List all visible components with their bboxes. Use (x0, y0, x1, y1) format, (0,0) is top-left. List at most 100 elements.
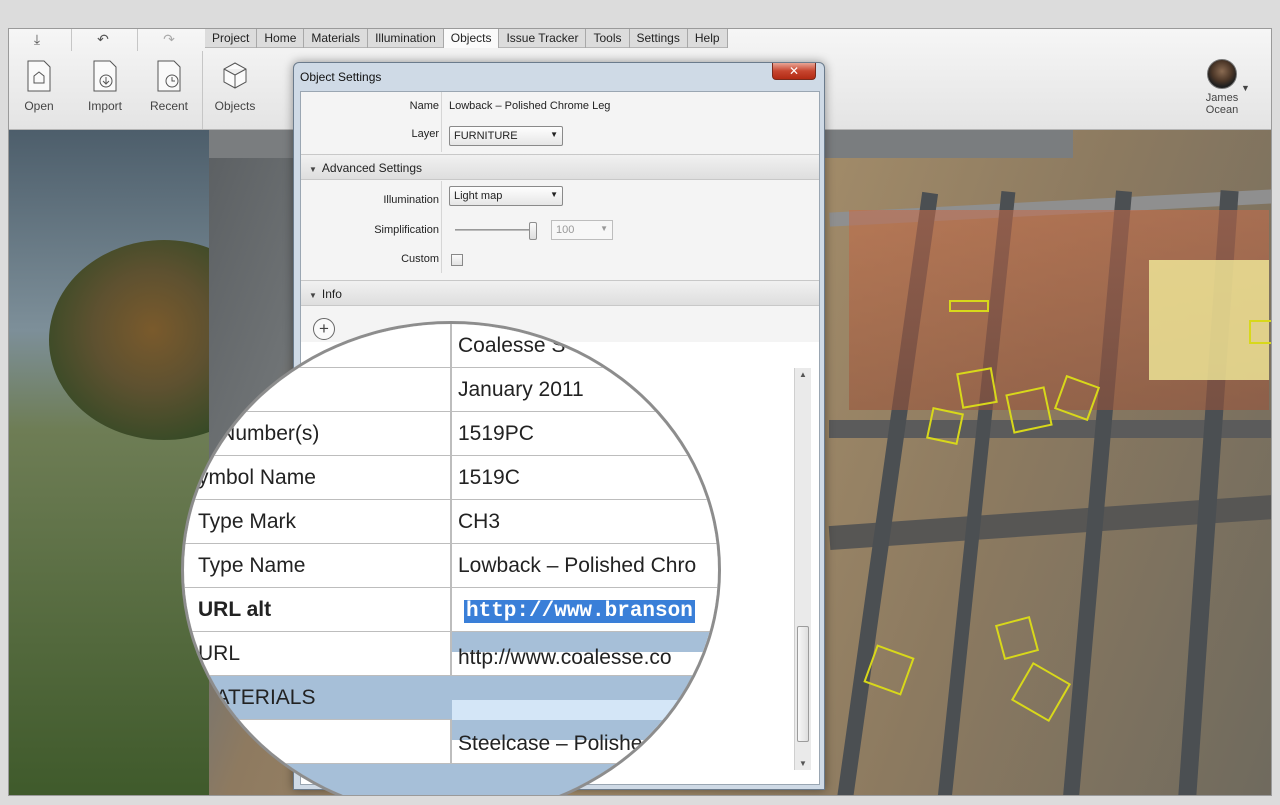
advanced-settings-header[interactable]: ▼ Advanced Settings (301, 154, 819, 180)
column-divider (450, 324, 452, 368)
layer-label: Layer (411, 128, 439, 140)
scrollbar-thumb[interactable] (797, 626, 809, 742)
row-key: Type Name (198, 554, 306, 577)
simplification-slider-track[interactable] (455, 229, 537, 231)
row-value: http://www.coalesse.co (458, 646, 672, 669)
avatar (1207, 59, 1237, 89)
table-row-selected[interactable]: URL alt http://www.branson (184, 588, 718, 632)
chair-outline (926, 407, 964, 445)
undo-icon[interactable]: ↶ (91, 31, 115, 51)
magnifier-lens: Coalesse S e Date January 2011 le Number(… (181, 321, 721, 795)
recent-icon (157, 60, 181, 92)
tab-materials[interactable]: Materials (304, 29, 369, 48)
tab-help[interactable]: Help (688, 29, 728, 48)
category-row[interactable]: NG (184, 764, 718, 795)
app-window: ⤓ ↶ ↷ Project Home Materials Illuminatio… (8, 28, 1272, 796)
dialog-title: Object Settings (300, 70, 382, 84)
objects-label: Objects (214, 99, 256, 113)
chair-outline (1249, 320, 1271, 344)
column-divider (450, 456, 452, 500)
user-menu[interactable]: James Ocean (1199, 59, 1245, 116)
table-row[interactable]: e Date January 2011 (184, 368, 718, 412)
row-value: Steelcase – Polished (458, 732, 655, 755)
table-row[interactable]: ymbol Name 1519C (184, 456, 718, 500)
menu-tabs: Project Home Materials Illumination Obje… (205, 29, 728, 48)
chevron-down-icon: ▼ (550, 190, 558, 199)
tab-home[interactable]: Home (257, 29, 305, 48)
import-icon (93, 60, 117, 92)
tab-issue-tracker[interactable]: Issue Tracker (499, 29, 587, 48)
illumination-dropdown[interactable]: Light map ▼ (449, 186, 563, 206)
chevron-down-icon: ▼ (550, 130, 558, 139)
open-button[interactable]: Open (9, 59, 69, 113)
row-value: Lowback – Polished Chro (458, 554, 697, 577)
table-row[interactable]: Type Name Lowback – Polished Chro (184, 544, 718, 588)
column-divider (450, 632, 452, 676)
name-value[interactable]: Lowback – Polished Chrome Leg (449, 100, 610, 112)
row-key: URL alt (198, 598, 272, 621)
tab-tools[interactable]: Tools (586, 29, 630, 48)
tab-settings[interactable]: Settings (630, 29, 688, 48)
info-table-zoomed: Coalesse S e Date January 2011 le Number(… (184, 324, 718, 795)
cube-icon (223, 62, 247, 89)
row-value: CH3 (458, 510, 501, 533)
import-label: Import (87, 99, 122, 113)
name-row: Name Lowback – Polished Chrome Leg (301, 94, 819, 122)
caret-down-icon[interactable]: ▼ (1241, 83, 1250, 93)
simplification-slider-thumb[interactable] (529, 222, 537, 240)
illumination-value: Light map (454, 190, 503, 202)
redo-icon[interactable]: ↷ (157, 31, 181, 51)
table-row[interactable]: URL http://www.coalesse.co (184, 632, 718, 676)
column-divider (450, 544, 452, 588)
scroll-down-icon[interactable]: ▼ (799, 759, 807, 768)
user-first-name: James (1205, 92, 1239, 104)
chevron-down-icon: ▼ (600, 224, 608, 233)
chair-outline (1005, 386, 1053, 434)
row-value: Coalesse S (458, 334, 566, 357)
simplification-input[interactable]: 100 ▼ (551, 220, 613, 240)
category-label: MATERIALS (198, 686, 316, 709)
table-row[interactable]: le Number(s) 1519PC (184, 412, 718, 456)
layer-value: FURNITURE (454, 130, 518, 142)
scroll-up-icon[interactable]: ▲ (799, 370, 807, 379)
simplification-value: 100 (556, 224, 575, 236)
custom-checkbox[interactable] (451, 254, 463, 266)
column-divider (450, 368, 452, 412)
selected-text[interactable]: http://www.branson (464, 600, 695, 623)
import-button[interactable]: Import (75, 59, 135, 113)
column-divider (450, 588, 452, 632)
category-row[interactable]: MATERIALS (184, 676, 718, 720)
table-row[interactable]: Type Mark CH3 (184, 500, 718, 544)
layer-dropdown[interactable]: FURNITURE ▼ (449, 126, 563, 146)
row-stripe (452, 700, 718, 720)
row-key: le Number(s) (198, 422, 320, 445)
objects-button[interactable]: Objects (205, 59, 265, 113)
close-button[interactable]: ✕ (772, 63, 816, 80)
simplification-label: Simplification (374, 224, 439, 236)
chair-outline (956, 367, 998, 409)
chair-outline (994, 615, 1040, 661)
ribbon-divider (202, 51, 203, 129)
recent-label: Recent (149, 99, 189, 113)
row-key: URL (198, 642, 241, 665)
table-row[interactable]: Coalesse S (184, 324, 718, 368)
row-key: Type Mark (198, 510, 297, 533)
tab-project[interactable]: Project (205, 29, 258, 48)
custom-label: Custom (401, 253, 439, 265)
chair-outline (1010, 661, 1072, 723)
column-divider (450, 720, 452, 764)
table-row[interactable]: Steelcase – Polished (184, 720, 718, 764)
save-icon[interactable]: ⤓ (25, 31, 49, 51)
open-icon (27, 60, 51, 92)
tab-objects[interactable]: Objects (443, 29, 500, 48)
grid-scrollbar[interactable]: ▲ ▼ (794, 368, 811, 770)
column-divider (450, 500, 452, 544)
row-value-editing[interactable]: http://www.branson (464, 598, 695, 623)
toolbar-divider (137, 29, 138, 51)
info-header[interactable]: ▼ Info (301, 280, 819, 306)
recent-button[interactable]: Recent (139, 59, 199, 113)
tab-illumination[interactable]: Illumination (368, 29, 444, 48)
column-divider (450, 412, 452, 456)
row-value: January 2011 (458, 378, 584, 401)
row-value: 1519PC (458, 422, 534, 445)
